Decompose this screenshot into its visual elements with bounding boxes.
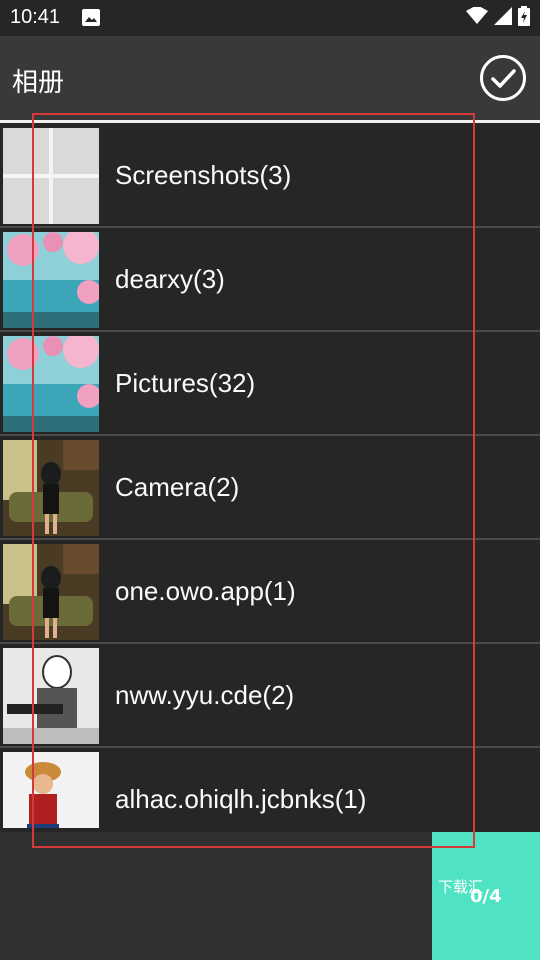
wifi-icon (466, 5, 488, 29)
album-thumbnail (3, 440, 99, 536)
album-label: alhac.ohiqlh.jcbnks(1) (115, 783, 367, 814)
album-row[interactable]: alhac.ohiqlh.jcbnks(1) (0, 748, 540, 828)
app-bar: 相册 (0, 36, 540, 120)
album-row[interactable]: one.owo.app(1) (0, 540, 540, 644)
album-thumbnail (3, 232, 99, 328)
album-label: nww.yyu.cde(2) (115, 679, 295, 710)
album-label: Screenshots(3) (115, 159, 292, 190)
album-row[interactable]: dearxy(3) (0, 228, 540, 332)
signal-icon (494, 7, 512, 29)
album-thumbnail (3, 752, 99, 828)
download-button[interactable]: 下载汇 0/4 (432, 832, 540, 960)
confirm-button[interactable] (480, 55, 526, 101)
album-label: dearxy(3) (115, 263, 225, 294)
album-row[interactable]: Screenshots(3) (0, 124, 540, 228)
album-label: Pictures(32) (115, 367, 256, 398)
album-label: one.owo.app(1) (115, 575, 296, 606)
album-thumbnail (3, 544, 99, 640)
status-time: 10:41 (10, 6, 61, 28)
battery-icon (518, 6, 530, 30)
album-list[interactable]: Screenshots(3) dearxy(3) Pictures(32) Ca… (0, 124, 540, 828)
image-icon (82, 9, 100, 26)
check-icon (491, 69, 516, 88)
page-title: 相册 (12, 68, 65, 98)
selection-counter: 0/4 (470, 886, 502, 907)
album-row[interactable]: Pictures(32) (0, 332, 540, 436)
app-bar-divider (0, 120, 540, 123)
album-row[interactable]: nww.yyu.cde(2) (0, 644, 540, 748)
album-label: Camera(2) (115, 471, 240, 502)
album-thumbnail (3, 336, 99, 432)
status-icons (466, 5, 530, 30)
album-thumbnail (3, 648, 99, 744)
status-bar: 10:41 (0, 0, 540, 36)
album-row[interactable]: Camera(2) (0, 436, 540, 540)
album-thumbnail (3, 128, 99, 224)
bottom-bar: 下载汇 0/4 (0, 832, 540, 960)
